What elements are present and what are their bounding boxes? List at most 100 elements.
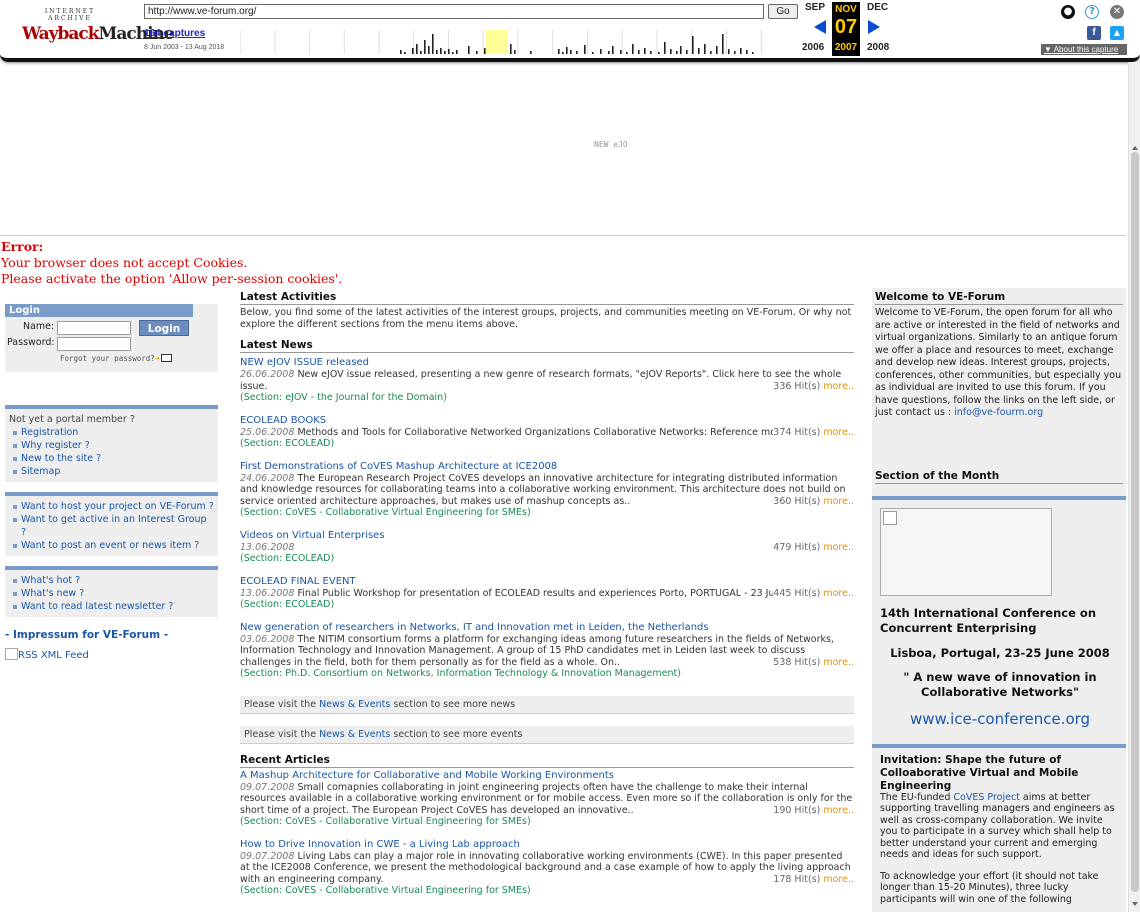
next-capture-arrow-icon[interactable] (868, 20, 880, 34)
help-icon[interactable]: ? (1085, 5, 1099, 19)
sparkline-bar (620, 50, 622, 54)
contact-email-link[interactable]: info@ve-fourm.org (954, 407, 1043, 418)
prev-year[interactable]: 2006 (802, 42, 824, 53)
sparkline-bar (698, 48, 700, 54)
conference-site-link[interactable]: www.ice-conference.org (880, 710, 1120, 728)
forgot-password-link[interactable]: Forgot your password?➜ (60, 354, 173, 363)
item-body: 03.06.2008 The NITIM consortium forms a … (240, 634, 854, 668)
wayback-go-button[interactable]: Go (768, 4, 798, 19)
section-link[interactable]: CoVES - Collaborative Virtual Engineerin… (285, 507, 527, 518)
next-month[interactable]: DEC (867, 2, 888, 13)
sparkline-bar (484, 48, 486, 54)
section-of-month-box: 14th International Conference on Concurr… (872, 495, 1126, 734)
section-link[interactable]: CoVES - Collaborative Virtual Engineerin… (285, 885, 527, 896)
more-link[interactable]: more.. (823, 381, 854, 392)
sparkline-bar (592, 52, 594, 54)
news-item: Videos on Virtual Enterprises 13.06.2008 … (240, 530, 854, 565)
section-link[interactable]: ECOLEAD (285, 438, 330, 449)
item-title-link[interactable]: How to Drive Innovation in CWE - a Livin… (240, 839, 854, 851)
sparkline-bar (476, 51, 478, 54)
password-input[interactable] (57, 337, 131, 351)
section-link[interactable]: Ph.D. Consortium on Networks, Informatio… (285, 668, 677, 679)
coves-project-link[interactable]: CoVES Project (953, 792, 1020, 803)
conference-image[interactable] (880, 507, 1052, 596)
item-title-link[interactable]: First Demonstrations of CoVES Mashup Arc… (240, 461, 854, 473)
article-list: A Mashup Architecture for Collaborative … (240, 770, 854, 897)
invitation-title: Invitation: Shape the future of Colloabo… (880, 753, 1079, 792)
sparkline-bar (670, 49, 672, 54)
item-title-link[interactable]: ECOLEAD FINAL EVENT (240, 576, 854, 588)
page-scrollbar[interactable] (1128, 62, 1140, 912)
item-title-link[interactable]: Videos on Virtual Enterprises (240, 530, 854, 542)
rss-feed-link[interactable]: RSS XML Feed (5, 648, 218, 661)
scrollbar-thumb[interactable] (1131, 152, 1139, 892)
nav-link[interactable]: What's hot ? (9, 574, 214, 587)
prev-month[interactable]: SEP (805, 2, 825, 13)
nav-link[interactable]: Want to host your project on VE-Forum ? (9, 500, 214, 513)
captures-link[interactable]: 164 captures (144, 28, 205, 39)
news-item: NEW eJOV ISSUE released 26.06.2008 New eJ… (240, 357, 854, 404)
nav-link[interactable]: Registration (9, 426, 214, 439)
section-link[interactable]: eJOV - the Journal for the Domain (285, 392, 443, 403)
banner-image-alt[interactable]: NEW eJO (594, 140, 628, 149)
item-hits: 538 Hit(s) more.. (773, 656, 854, 668)
captures-sparkline[interactable] (240, 24, 796, 54)
more-link[interactable]: more.. (823, 657, 854, 668)
more-link[interactable]: more.. (823, 427, 854, 438)
close-icon[interactable]: ✕ (1110, 5, 1124, 19)
section-link[interactable]: ECOLEAD (285, 599, 330, 610)
wayback-url-input[interactable]: http://www.ve-forum.org/ (144, 4, 764, 19)
item-body: 25.06.2008 Methods and Tools for Collabo… (240, 426, 854, 438)
sparkline-bar (612, 46, 614, 54)
item-body: 09.07.2008 Living Labs can play a major … (240, 851, 854, 885)
item-section: (Section: ECOLEAD) (240, 599, 335, 610)
about-capture-link[interactable]: ▼ About this capture (1041, 44, 1127, 55)
item-date: 13.06.2008 (240, 587, 295, 599)
nav-link[interactable]: Why register ? (9, 439, 214, 452)
sparkline-bar (734, 51, 736, 54)
news-events-link[interactable]: News & Events (319, 699, 390, 710)
section-of-month-heading: Section of the Month (875, 470, 1123, 484)
item-title-link[interactable]: NEW eJOV ISSUE released (240, 357, 854, 369)
twitter-icon[interactable]: ▲ (1110, 26, 1124, 40)
item-body: 13.06.2008 479 Hit(s) more.. (240, 541, 854, 553)
nav-group: What's hot ? What's new ? Want to read lat… (5, 566, 218, 617)
sparkline-bar (692, 36, 694, 54)
error-line-1: Your browser does not accept Cookies. (1, 255, 248, 270)
item-title-link[interactable]: ECOLEAD BOOKS (240, 415, 854, 427)
scroll-up-arrow-icon[interactable] (1132, 146, 1138, 150)
nav-link[interactable]: New to the site ? (9, 452, 214, 465)
sparkline-bar (576, 51, 578, 54)
nav-link[interactable]: Sitemap (9, 465, 214, 478)
nav-link[interactable]: Want to get active in an Interest Group … (9, 513, 214, 539)
sparkline-bar (530, 51, 532, 54)
sparkline-bar (570, 50, 572, 54)
section-link[interactable]: ECOLEAD (285, 553, 330, 564)
more-link[interactable]: more.. (823, 588, 854, 599)
sparkline-bar (638, 50, 640, 54)
nav-link[interactable]: What's new ? (9, 587, 214, 600)
wayback-logo[interactable]: INTERNET ARCHIVE WaybackMachine (22, 8, 175, 44)
more-link[interactable]: more.. (823, 874, 854, 885)
item-date: 25.06.2008 (240, 426, 295, 438)
sparkline-bar (412, 48, 414, 54)
more-link[interactable]: more.. (823, 496, 854, 507)
article-item: A Mashup Architecture for Collaborative … (240, 770, 854, 828)
login-button[interactable]: Login (139, 320, 189, 336)
scroll-down-arrow-icon[interactable] (1132, 902, 1138, 906)
next-year[interactable]: 2008 (867, 42, 889, 53)
facebook-icon[interactable]: f (1087, 26, 1101, 40)
news-events-link[interactable]: News & Events (319, 729, 390, 740)
more-link[interactable]: more.. (823, 542, 854, 553)
more-link[interactable]: more.. (823, 805, 854, 816)
item-title-link[interactable]: New generation of researchers in Network… (240, 622, 854, 634)
nav-link[interactable]: Want to read latest newsletter ? (9, 600, 214, 613)
impressum-link[interactable]: - Impressum for VE-Forum - (5, 629, 218, 641)
item-title-link[interactable]: A Mashup Architecture for Collaborative … (240, 770, 854, 782)
sparkline-bar (608, 51, 610, 54)
section-link[interactable]: CoVES - Collaborative Virtual Engineerin… (285, 816, 527, 827)
user-icon[interactable]: ● (1061, 5, 1075, 19)
nav-link[interactable]: Want to post an event or news item ? (9, 539, 214, 552)
prev-capture-arrow-icon[interactable] (814, 20, 826, 34)
name-input[interactable] (57, 321, 131, 335)
